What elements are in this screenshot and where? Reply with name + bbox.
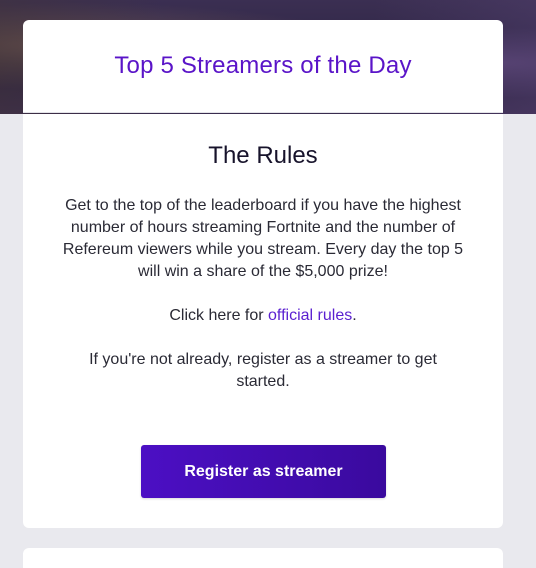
official-rules-line: Click here for official rules.	[59, 305, 467, 327]
register-prompt: If you're not already, register as a str…	[89, 351, 437, 390]
register-as-streamer-button[interactable]: Register as streamer	[141, 445, 386, 498]
official-rules-prefix: Click here for	[169, 307, 269, 324]
next-card	[23, 548, 503, 568]
rules-card: The Rules Get to the top of the leaderbo…	[23, 114, 503, 528]
rules-heading: The Rules	[208, 142, 318, 169]
official-rules-suffix: .	[352, 307, 357, 324]
rules-description: Get to the top of the leaderboard if you…	[62, 197, 464, 280]
title-card: Top 5 Streamers of the Day	[23, 20, 503, 113]
official-rules-link[interactable]: official rules	[268, 307, 352, 324]
page-title: Top 5 Streamers of the Day	[114, 52, 412, 79]
